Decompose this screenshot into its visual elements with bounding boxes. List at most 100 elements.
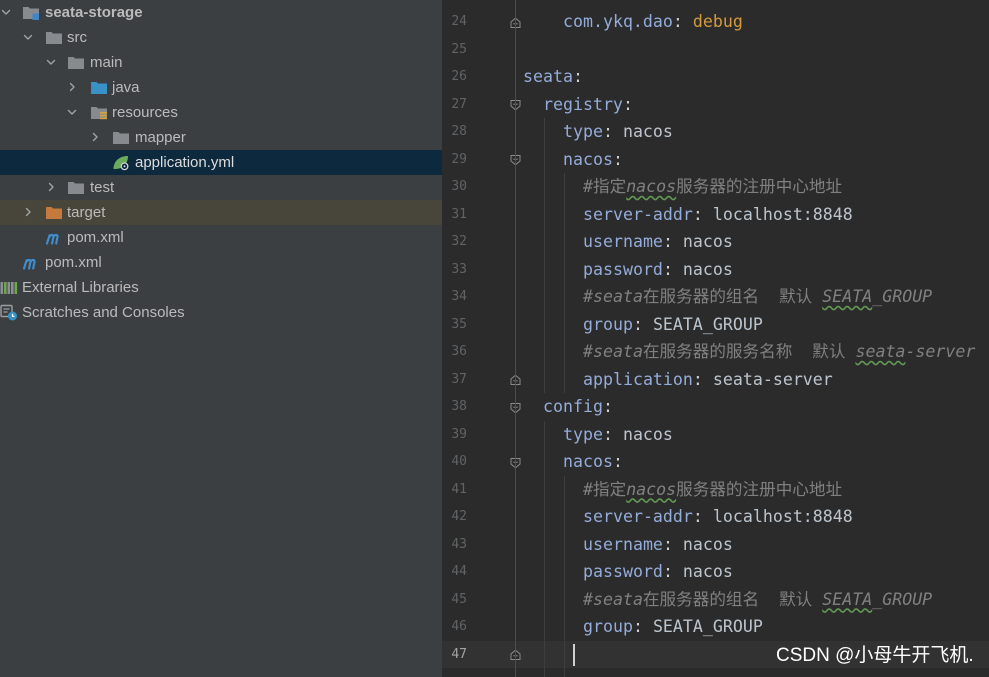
yaml-colon: : [602,424,623,444]
tree-item-test[interactable]: test [0,175,442,200]
yaml-key: password [583,562,663,581]
code-line[interactable]: 41 #指定nacos服务器的注册中心地址 [442,476,989,504]
line-content[interactable]: #seata在服务器的组名 默认 SEATA_GROUP [583,586,932,614]
yaml-comment: -server [905,342,976,361]
yaml-comment: seata [855,342,906,361]
tree-item-src[interactable]: src [0,25,442,50]
line-content[interactable]: password: nacos [583,256,733,284]
yaml-value: debug [692,12,743,31]
yaml-key: nacos [563,452,613,471]
chevron-down-icon[interactable] [22,31,34,43]
tree-item-application-yml[interactable]: application.yml [0,150,442,175]
tree-item-label: seata-storage [45,4,143,21]
folder-icon [67,54,85,71]
code-line[interactable]: 42 server-addr: localhost:8848 [442,503,989,531]
line-content[interactable]: username: nacos [583,531,733,559]
line-content[interactable]: group: SEATA_GROUP [583,613,763,641]
tree-item-external-libraries[interactable]: External Libraries [0,275,442,300]
code-line[interactable]: 38 config: [442,393,989,421]
code-line[interactable]: 26 seata: [442,63,989,91]
chevron-right-icon[interactable] [45,181,57,193]
line-content[interactable]: nacos: [563,146,623,174]
code-editor[interactable]: 24 com.ykq.dao: debug 25 26 seata: 27 registry… [442,0,989,677]
tree-item-java[interactable]: java [0,75,442,100]
line-content[interactable]: server-addr: localhost:8848 [583,201,853,229]
code-line[interactable]: 36 #seata在服务器的服务名称 默认 seata-server [442,338,989,366]
line-content[interactable]: server-addr: localhost:8848 [583,503,853,531]
line-content[interactable]: registry: [543,91,633,119]
code-line[interactable]: 31 server-addr: localhost:8848 [442,201,989,229]
tree-item-seata-storage[interactable]: seata-storage [0,0,442,25]
chevron-down-icon[interactable] [0,6,12,18]
code-lines[interactable]: 24 com.ykq.dao: debug 25 26 seata: 27 registry… [442,8,989,668]
line-content[interactable]: com.ykq.dao: debug [563,8,743,36]
code-line[interactable]: 37 application: seata-server [442,366,989,394]
tree-item-label: target [67,204,106,221]
code-line[interactable]: 46 group: SEATA_GROUP [442,613,989,641]
line-content[interactable]: #指定nacos服务器的注册中心地址 [583,476,842,504]
yaml-value: SEATA_GROUP [652,617,763,636]
code-line[interactable]: 43 username: nacos [442,531,989,559]
indent-guide [544,420,545,677]
tree-item-pom-xml-root[interactable]: pom.xml [0,250,442,275]
yaml-key: server-addr [583,204,693,224]
line-content[interactable]: nacos: [563,448,623,476]
yaml-comment: 服务器的注册中心地址 [676,177,843,196]
tree-item-main[interactable]: main [0,50,442,75]
code-line[interactable]: 45 #seata在服务器的组名 默认 SEATA_GROUP [442,586,989,614]
code-line[interactable]: 32 username: nacos [442,228,989,256]
code-line[interactable]: 29 nacos: [442,146,989,174]
yaml-key: type [563,122,603,141]
tree-item-resources[interactable]: resources [0,100,442,125]
code-line[interactable]: 33 password: nacos [442,256,989,284]
line-content[interactable]: type: nacos [563,421,673,449]
chevron-right-icon[interactable] [66,81,78,93]
maven-icon [22,254,40,271]
line-content[interactable]: #seata在服务器的服务名称 默认 seata-server [583,338,975,366]
yaml-colon: : [672,12,693,31]
line-content[interactable]: seata: [523,63,583,91]
line-number: 25 [451,41,467,57]
tree-item-mapper[interactable]: mapper [0,125,442,150]
code-line[interactable]: 34 #seata在服务器的组名 默认 SEATA_GROUP [442,283,989,311]
chevron-down-icon[interactable] [66,106,78,118]
code-line[interactable]: 24 com.ykq.dao: debug [442,8,989,36]
tree-item-pom-xml[interactable]: pom.xml [0,225,442,250]
chevron-down-icon[interactable] [45,56,57,68]
yaml-comment: #seata [583,342,643,361]
code-line[interactable]: 39 type: nacos [442,421,989,449]
yaml-colon: : [612,149,623,169]
line-number: 34 [451,289,467,304]
line-content[interactable]: #指定nacos服务器的注册中心地址 [583,173,842,201]
yaml-key: group [583,617,633,636]
line-number: 24 [451,14,467,29]
yaml-comment: 在服务器的服务名称 默认 [642,342,856,361]
line-content[interactable]: type: nacos [563,118,673,146]
line-content[interactable]: password: nacos [583,558,733,586]
line-content[interactable]: #seata在服务器的组名 默认 SEATA_GROUP [583,283,932,311]
line-content[interactable]: config: [543,393,613,421]
tree-item-label: External Libraries [22,279,139,296]
line-number: 30 [451,179,467,194]
libraries-icon [0,279,18,296]
line-number: 36 [451,344,467,359]
code-line[interactable]: 30 #指定nacos服务器的注册中心地址 [442,173,989,201]
code-line[interactable]: 27 registry: [442,91,989,119]
code-line[interactable]: 35 group: SEATA_GROUP [442,311,989,339]
yaml-comment: _GROUP [872,287,933,306]
code-line[interactable]: 40 nacos: [442,448,989,476]
code-line[interactable]: 25 [442,36,989,64]
chevron-right-icon[interactable] [89,131,101,143]
line-number: 32 [451,234,467,249]
yaml-key: password [583,259,663,279]
code-line[interactable]: 44 password: nacos [442,558,989,586]
line-content[interactable]: application: seata-server [583,366,833,394]
yaml-comment: #指定 [583,177,627,196]
chevron-right-icon[interactable] [22,206,34,218]
yaml-comment: #seata [583,589,643,609]
line-content[interactable]: group: SEATA_GROUP [583,311,763,339]
code-line[interactable]: 28 type: nacos [442,118,989,146]
line-content[interactable]: username: nacos [583,228,733,256]
tree-item-scratches-and-consoles[interactable]: Scratches and Consoles [0,300,442,325]
tree-item-target[interactable]: target [0,200,442,225]
